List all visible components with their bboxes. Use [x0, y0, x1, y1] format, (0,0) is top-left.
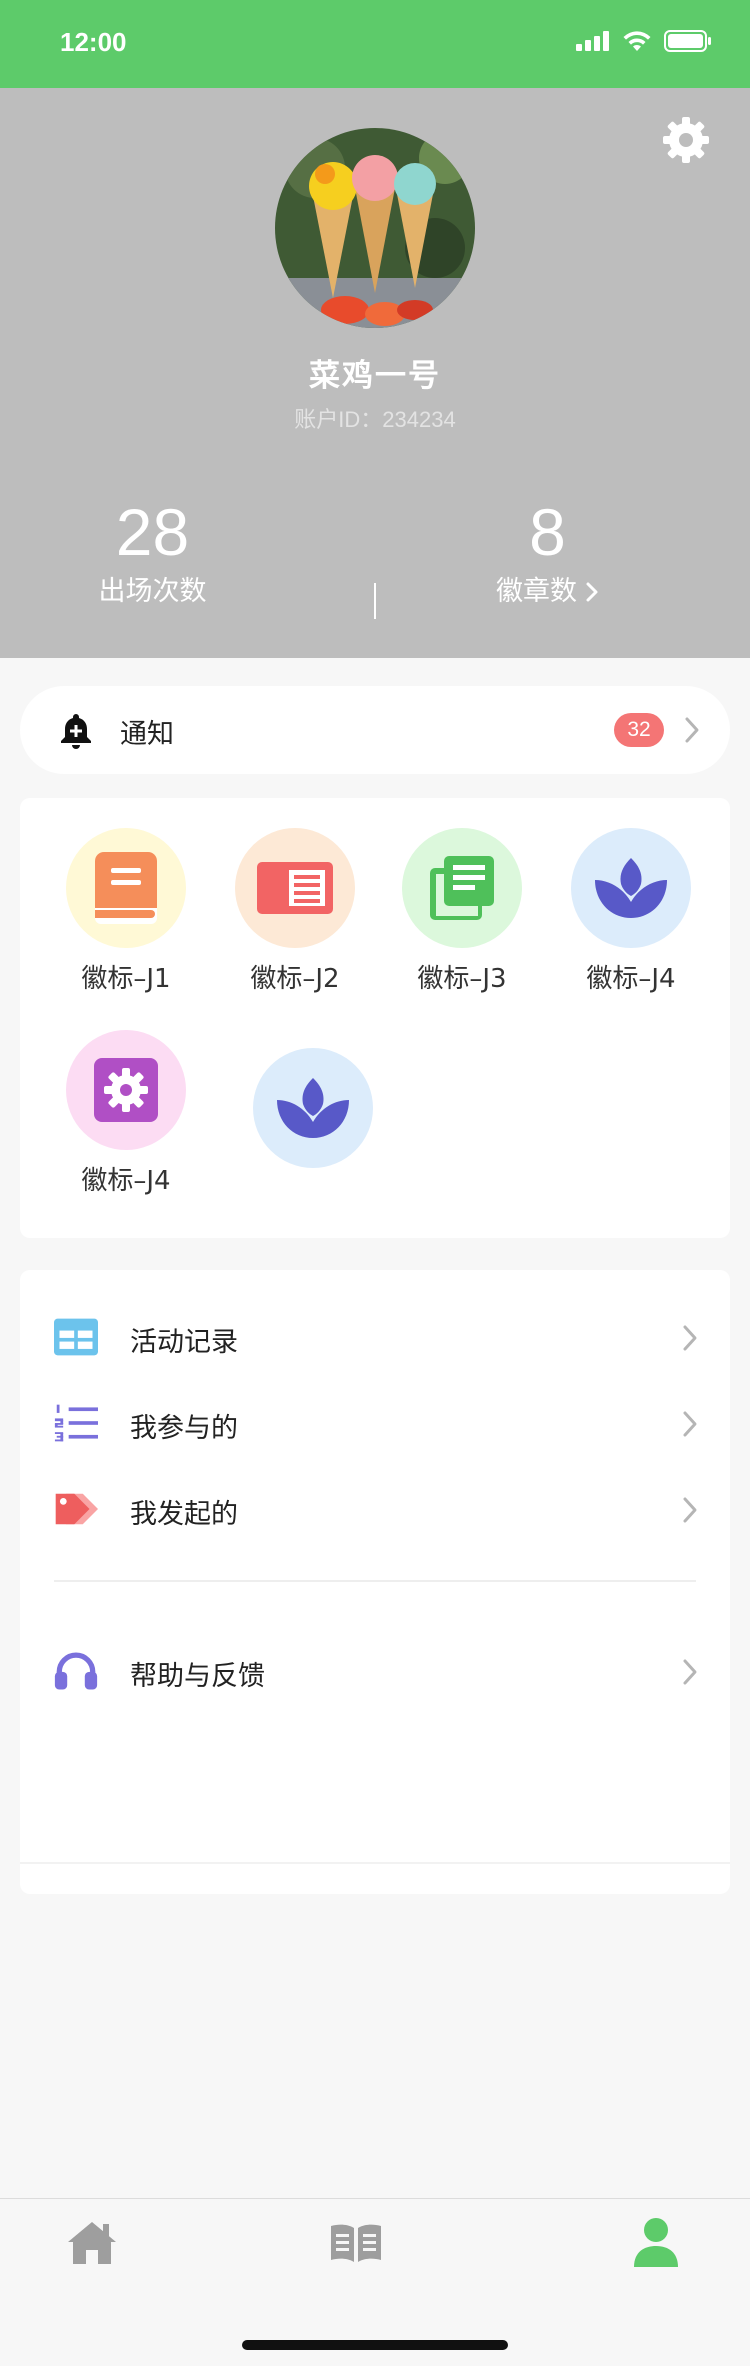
- numbered-list-icon: [54, 1401, 98, 1445]
- status-time: 12:00: [60, 27, 127, 57]
- tab-book[interactable]: [326, 2213, 386, 2273]
- wifi-icon: [623, 31, 651, 51]
- user-nickname: 菜鸡一号: [309, 358, 441, 394]
- badge-label: 徽标–J2: [250, 964, 340, 994]
- lotus-icon: [277, 1078, 349, 1138]
- newspaper-icon: [257, 862, 333, 914]
- menu-item-label: 活动记录: [130, 1327, 238, 1358]
- badge-icon-circle: [66, 828, 186, 948]
- home-indicator: [242, 2340, 508, 2350]
- status-bar: 12:00: [0, 0, 750, 88]
- menu-item-initiated[interactable]: 我发起的: [20, 1478, 730, 1538]
- grid-icon: [54, 1315, 98, 1359]
- profile-header: 菜鸡一号 账户ID：234234 28 出场次数 8 徽章数: [0, 88, 750, 658]
- lotus-icon: [595, 858, 667, 918]
- stat-badges[interactable]: 8 徽章数: [375, 496, 750, 610]
- badge-label: 徽标–J3: [417, 964, 507, 994]
- badge-item[interactable]: 徽标–J4: [551, 828, 711, 995]
- badge-item[interactable]: 徽标–J1: [46, 828, 206, 995]
- badge-label: 徽标–J4: [586, 964, 676, 994]
- gear-icon: [663, 117, 709, 163]
- menu-item-label: 我参与的: [130, 1413, 238, 1444]
- user-icon: [634, 2218, 678, 2267]
- chevron-right-icon: [683, 1659, 697, 1685]
- gear-badge-icon: [94, 1058, 158, 1122]
- book-icon: [95, 852, 157, 924]
- chevron-right-icon: [683, 1411, 697, 1437]
- status-icons: [576, 30, 712, 52]
- tab-profile[interactable]: [626, 2213, 686, 2273]
- menu-item-label: 帮助与反馈: [130, 1661, 265, 1692]
- avatar-ice-cream-image: [275, 128, 475, 328]
- badge-item[interactable]: 徽标–J4: [46, 1030, 206, 1197]
- bell-plus-icon: [61, 714, 91, 749]
- settings-button[interactable]: [658, 112, 714, 168]
- chevron-right-icon: [683, 1325, 697, 1351]
- open-book-icon: [331, 2224, 381, 2262]
- menu-item-label: 我发起的: [130, 1499, 238, 1530]
- badge-item[interactable]: [233, 1048, 393, 1168]
- notification-count-badge: 32: [614, 713, 664, 747]
- badge-item[interactable]: 徽标–J3: [382, 828, 542, 995]
- signal-icon: [576, 31, 609, 51]
- menu-divider: [54, 1580, 696, 1582]
- menu-bottom-divider: [20, 1862, 730, 1864]
- notification-label: 通知: [120, 719, 174, 750]
- notification-row[interactable]: 通知 32: [20, 686, 730, 774]
- menu-item-joined[interactable]: 我参与的: [20, 1392, 730, 1452]
- menu-list: 活动记录 我参与的 我发起的 帮助与反馈: [20, 1270, 730, 1894]
- badge-icon-circle: [66, 1030, 186, 1150]
- badge-grid: 徽标–J1 徽标–J2 徽标–J3 徽标–J4 徽标–J4: [20, 798, 730, 1238]
- stat-appearances-value: 28: [115, 495, 190, 569]
- badge-item[interactable]: 徽标–J2: [215, 828, 375, 995]
- badge-icon-circle: [571, 828, 691, 948]
- badge-icon-circle: [235, 828, 355, 948]
- chevron-right-icon: [685, 717, 699, 743]
- chevron-right-icon: [586, 582, 598, 602]
- chevron-right-icon: [683, 1497, 697, 1523]
- account-id: 账户ID：234234: [294, 407, 456, 432]
- avatar[interactable]: [275, 128, 475, 328]
- stat-appearances-label: 出场次数: [98, 576, 207, 607]
- menu-item-help-feedback[interactable]: 帮助与反馈: [20, 1640, 730, 1700]
- battery-icon: [664, 30, 711, 52]
- stat-appearances[interactable]: 28 出场次数: [0, 496, 375, 610]
- menu-item-activity-records[interactable]: 活动记录: [20, 1306, 730, 1366]
- headphones-icon: [54, 1649, 98, 1693]
- home-icon: [68, 2222, 116, 2264]
- stat-badges-label: 徽章数: [496, 576, 577, 607]
- stat-badges-value: 8: [529, 495, 566, 569]
- tags-icon: [54, 1487, 98, 1531]
- badge-label: 徽标–J4: [81, 1166, 171, 1196]
- tab-home[interactable]: [62, 2213, 122, 2273]
- badge-icon-circle: [402, 828, 522, 948]
- document-stack-icon: [430, 856, 494, 920]
- badge-label: 徽标–J1: [81, 964, 171, 994]
- badge-icon-circle: [253, 1048, 373, 1168]
